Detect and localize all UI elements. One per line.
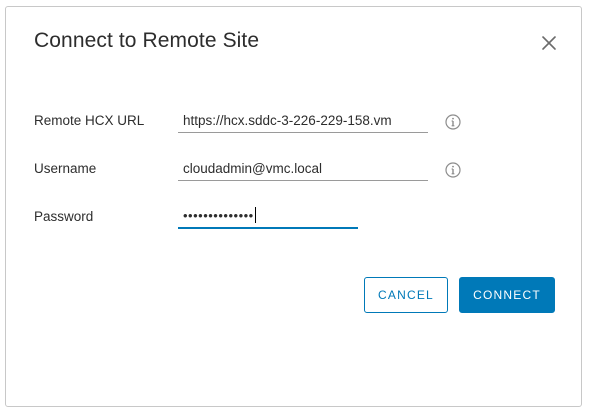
remote-hcx-url-label: Remote HCX URL bbox=[34, 113, 145, 128]
info-icon[interactable] bbox=[445, 114, 461, 130]
close-icon[interactable] bbox=[539, 33, 559, 53]
password-masked-value: •••••••••••••• bbox=[183, 208, 254, 223]
connect-button[interactable]: CONNECT bbox=[459, 277, 555, 313]
remote-hcx-url-input[interactable] bbox=[178, 109, 428, 133]
password-label: Password bbox=[34, 209, 94, 224]
cancel-button[interactable]: CANCEL bbox=[364, 277, 448, 313]
username-label: Username bbox=[34, 161, 97, 176]
dialog-title: Connect to Remote Site bbox=[34, 29, 260, 52]
password-input[interactable]: •••••••••••••• bbox=[178, 205, 358, 229]
connect-remote-site-dialog: Connect to Remote Site Remote HCX URL Us… bbox=[5, 6, 582, 407]
username-input[interactable] bbox=[178, 157, 428, 181]
text-cursor bbox=[254, 207, 256, 223]
info-icon[interactable] bbox=[445, 162, 461, 178]
